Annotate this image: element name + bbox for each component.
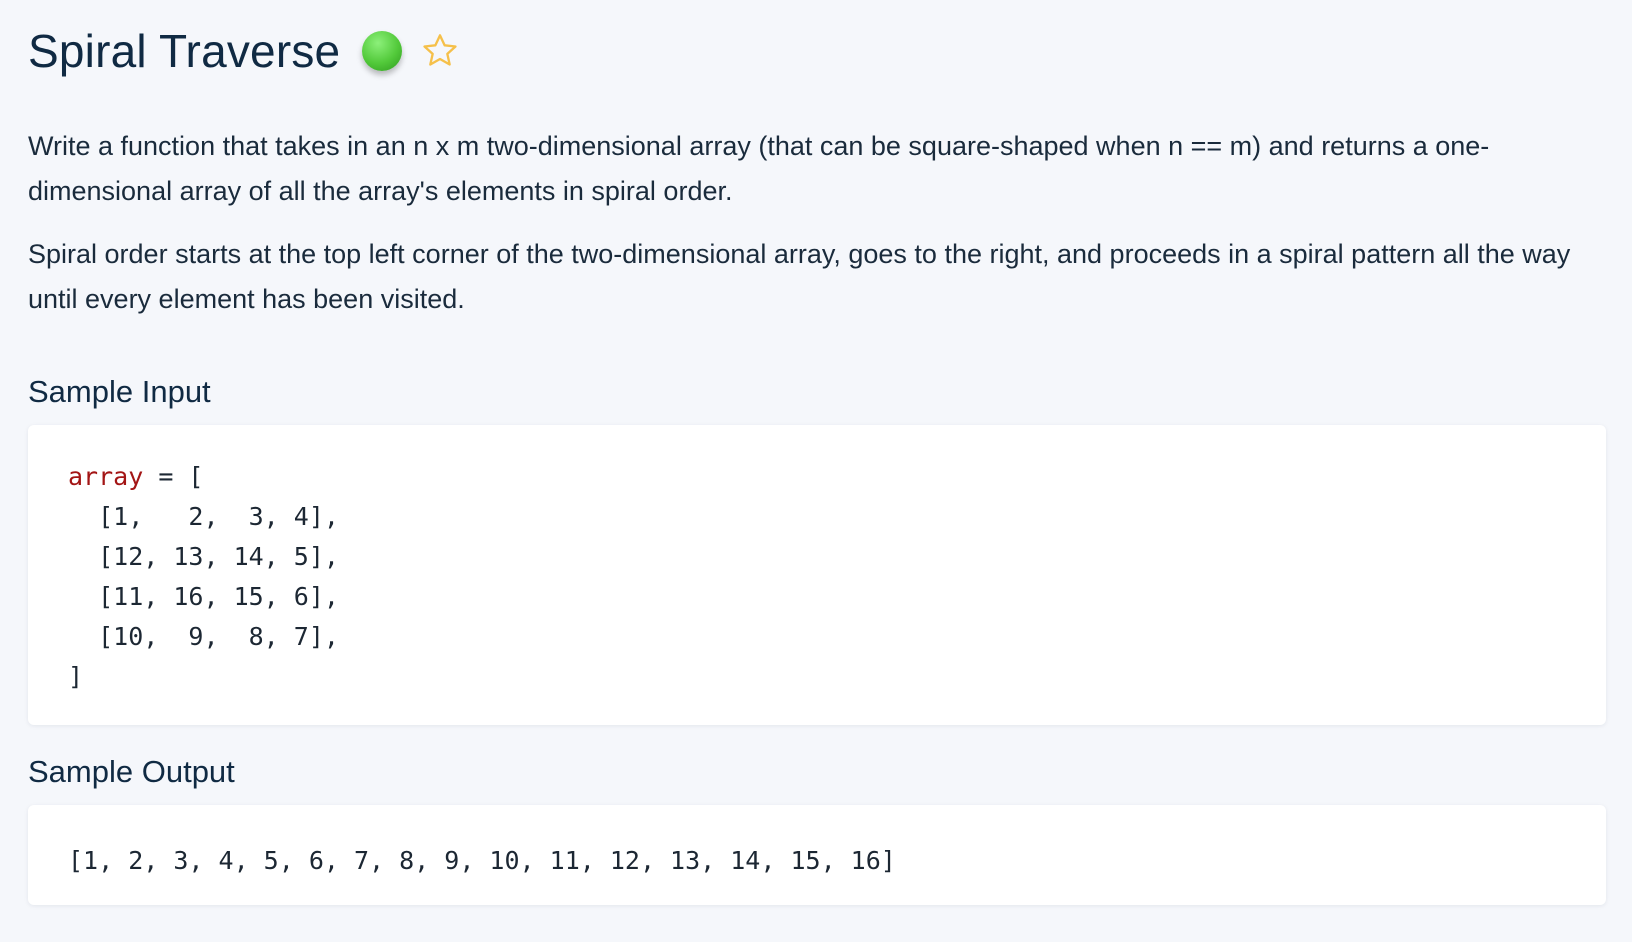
variable-name: array: [68, 462, 144, 491]
code-line: [10, 9, 8, 7],: [68, 622, 339, 651]
sample-output-code: [1, 2, 3, 4, 5, 6, 7, 8, 9, 10, 11, 12, …: [28, 805, 1606, 905]
description-paragraph: Write a function that takes in an n x m …: [28, 131, 1490, 206]
star-outline-icon: [423, 34, 458, 66]
code-line: array = [: [68, 457, 1606, 497]
description-paragraph: Spiral order starts at the top left corn…: [28, 239, 1571, 314]
code-line: [1, 2, 3, 4, 5, 6, 7, 8, 9, 10, 11, 12, …: [68, 846, 896, 875]
sample-input-code: array = [ [1, 2, 3, 4], [12, 13, 14, 5],…: [28, 425, 1606, 725]
problem-page: Spiral Traverse Write a function that ta…: [0, 0, 1632, 942]
problem-description: Write a function that takes in an n x m …: [28, 124, 1588, 322]
code-line: [1, 2, 3, 4],: [68, 502, 339, 531]
favorite-star-icon[interactable]: [420, 31, 460, 71]
code-line: [11, 16, 15, 6],: [68, 582, 339, 611]
sample-input-heading: Sample Input: [28, 374, 211, 409]
problem-title: Spiral Traverse: [28, 25, 341, 77]
code-line: [12, 13, 14, 5],: [68, 542, 339, 571]
sample-output-heading: Sample Output: [28, 754, 235, 789]
title-row: Spiral Traverse: [28, 18, 1632, 84]
code-line: ]: [68, 662, 84, 691]
difficulty-indicator-icon: [362, 31, 403, 71]
assignment-text: = [: [143, 462, 204, 491]
